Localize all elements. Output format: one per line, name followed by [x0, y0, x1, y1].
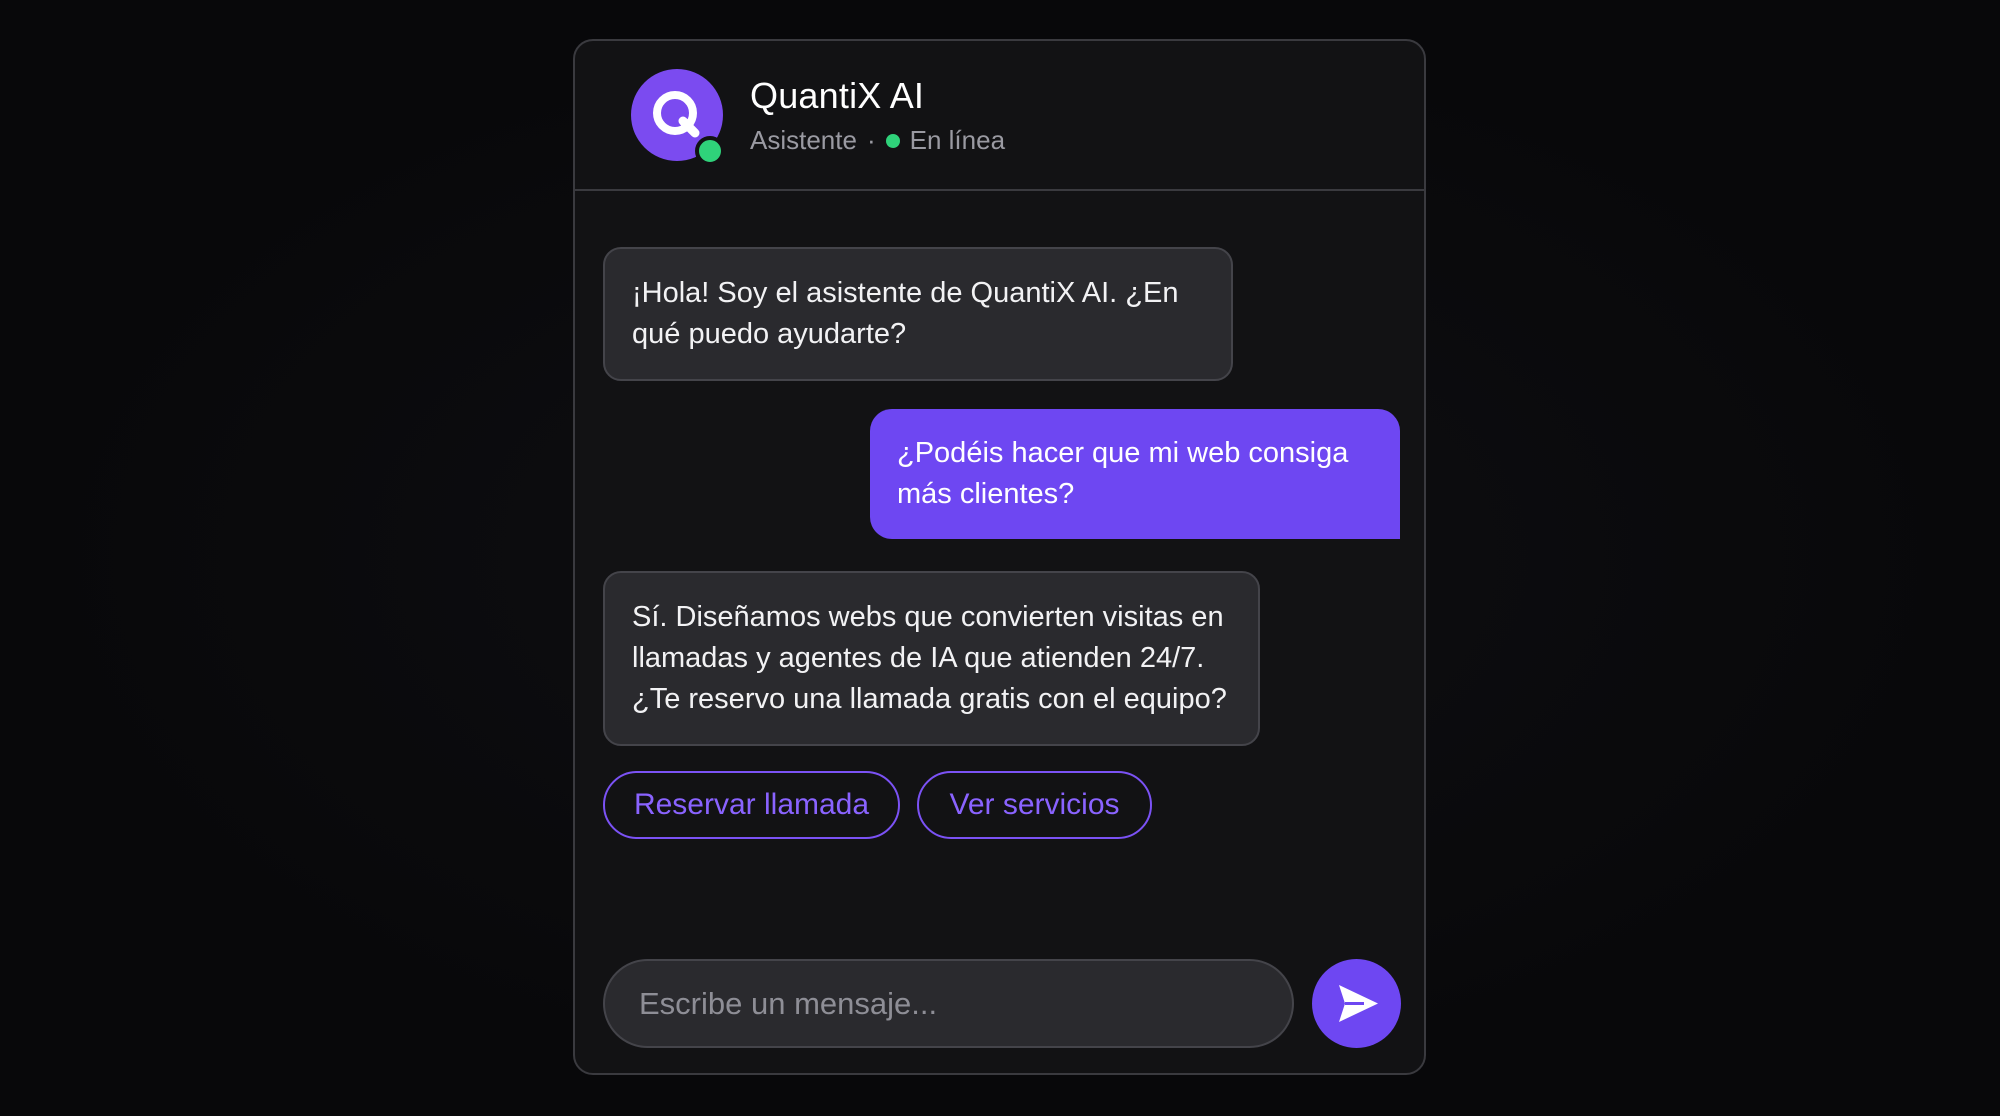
subtitle-separator: ·	[866, 125, 876, 155]
message-line: llamadas y agentes de IA que atienden 24…	[632, 642, 1205, 674]
message-input-placeholder: Escribe un mensaje...	[639, 985, 938, 1021]
message-input[interactable]: Escribe un mensaje...	[603, 959, 1294, 1048]
view-services-button[interactable]: Ver servicios	[917, 771, 1152, 839]
online-indicator	[695, 136, 725, 166]
assistant-subtitle: Asistente · En línea	[750, 125, 1005, 156]
chat-header: QuantiX AI Asistente · En línea	[575, 41, 1424, 191]
bot-message: ¡Hola! Soy el asistente de QuantiX AI. ¿…	[603, 247, 1233, 381]
chat-window: QuantiX AI Asistente · En línea ¡Hola! S…	[573, 39, 1426, 1075]
message-line: qué puedo ayudarte?	[632, 318, 907, 350]
send-icon	[1339, 985, 1378, 1022]
assistant-status: En línea	[909, 125, 1006, 155]
message-line: más clientes?	[897, 478, 1075, 510]
page-background: QuantiX AI Asistente · En línea ¡Hola! S…	[0, 0, 2000, 1116]
message-line: ¿Podéis hacer que mi web consiga	[897, 437, 1349, 469]
book-call-button[interactable]: Reservar llamada	[603, 771, 900, 839]
message-line: ¿Te reservo una llamada gratis con el eq…	[632, 683, 1227, 715]
user-message: ¿Podéis hacer que mi web consiga más cli…	[870, 409, 1400, 539]
message-line: Sí. Diseñamos webs que convierten visita…	[632, 601, 1224, 633]
message-line: ¡Hola! Soy el asistente de QuantiX AI. ¿…	[632, 277, 1179, 309]
send-button[interactable]	[1312, 959, 1401, 1048]
bot-message: Sí. Diseñamos webs que convierten visita…	[603, 571, 1260, 746]
assistant-name: QuantiX AI	[750, 75, 925, 116]
assistant-role: Asistente	[750, 125, 857, 155]
status-dot-icon	[885, 133, 900, 148]
